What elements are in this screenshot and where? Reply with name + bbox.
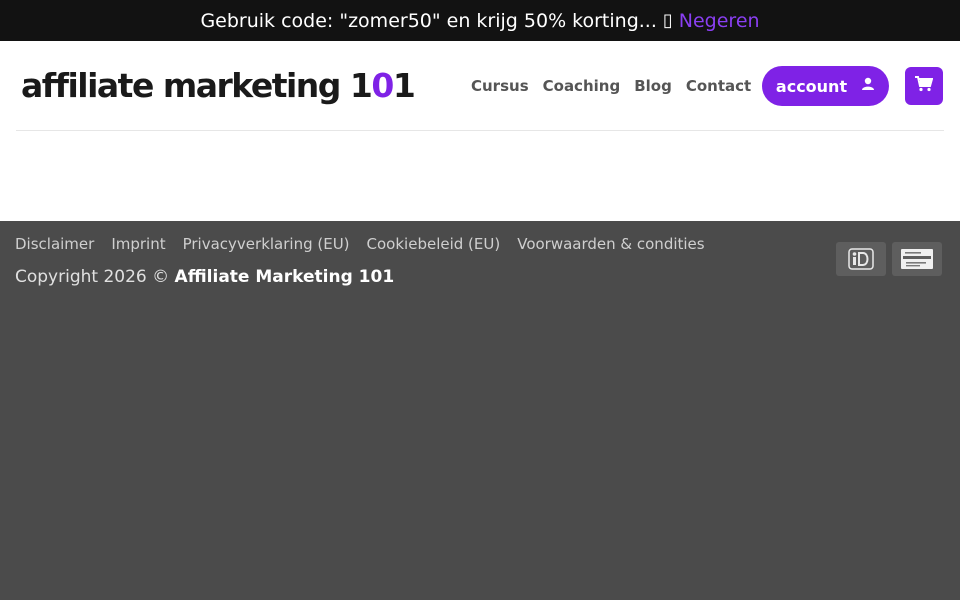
footer-link-privacy[interactable]: Privacyverklaring (EU): [183, 234, 350, 256]
account-button[interactable]: account: [762, 66, 889, 106]
footer-link-terms[interactable]: Voorwaarden & condities: [517, 234, 704, 256]
copyright-prefix: Copyright 2026 ©: [15, 267, 175, 287]
footer-link-cookies[interactable]: Cookiebeleid (EU): [367, 234, 501, 256]
main-nav: Cursus Coaching Blog Contact: [471, 74, 751, 98]
nav-coaching[interactable]: Coaching: [543, 74, 621, 98]
logo-num-o: 0: [371, 66, 394, 105]
site-footer: Disclaimer Imprint Privacyverklaring (EU…: [0, 221, 960, 600]
cart-icon: [915, 76, 934, 96]
payment-icons: [836, 242, 942, 276]
dismiss-link[interactable]: Negeren: [679, 10, 760, 32]
copyright-brand: Affiliate Marketing 101: [174, 267, 395, 287]
logo-num-a: 1: [349, 66, 373, 105]
nav-cursus[interactable]: Cursus: [471, 74, 529, 98]
logo-text: affiliate marketing: [21, 66, 350, 105]
nav-contact[interactable]: Contact: [686, 74, 751, 98]
nav-blog[interactable]: Blog: [634, 74, 672, 98]
promo-text: Gebruik code: "zomer50" en krijg 50% kor…: [200, 9, 657, 32]
header-divider: [16, 130, 944, 131]
account-label: account: [775, 76, 848, 96]
footer-link-disclaimer[interactable]: Disclaimer: [15, 234, 94, 256]
cart-button[interactable]: [905, 67, 943, 105]
promo-bar: Gebruik code: "zomer50" en krijg 50% kor…: [0, 0, 960, 41]
footer-links: Disclaimer Imprint Privacyverklaring (EU…: [15, 234, 705, 256]
copyright: Copyright 2026 © Affiliate Marketing 101: [15, 267, 394, 287]
site-header: affiliate marketing 101 Cursus Coaching …: [0, 41, 960, 131]
promo-glyph: ▯: [662, 10, 673, 31]
bancontact-icon: [892, 242, 942, 276]
site-logo[interactable]: affiliate marketing 101: [21, 65, 416, 107]
ideal-icon: [836, 242, 886, 276]
user-icon: [861, 77, 875, 95]
footer-link-imprint[interactable]: Imprint: [111, 234, 165, 256]
logo-num-b: 1: [392, 66, 416, 105]
